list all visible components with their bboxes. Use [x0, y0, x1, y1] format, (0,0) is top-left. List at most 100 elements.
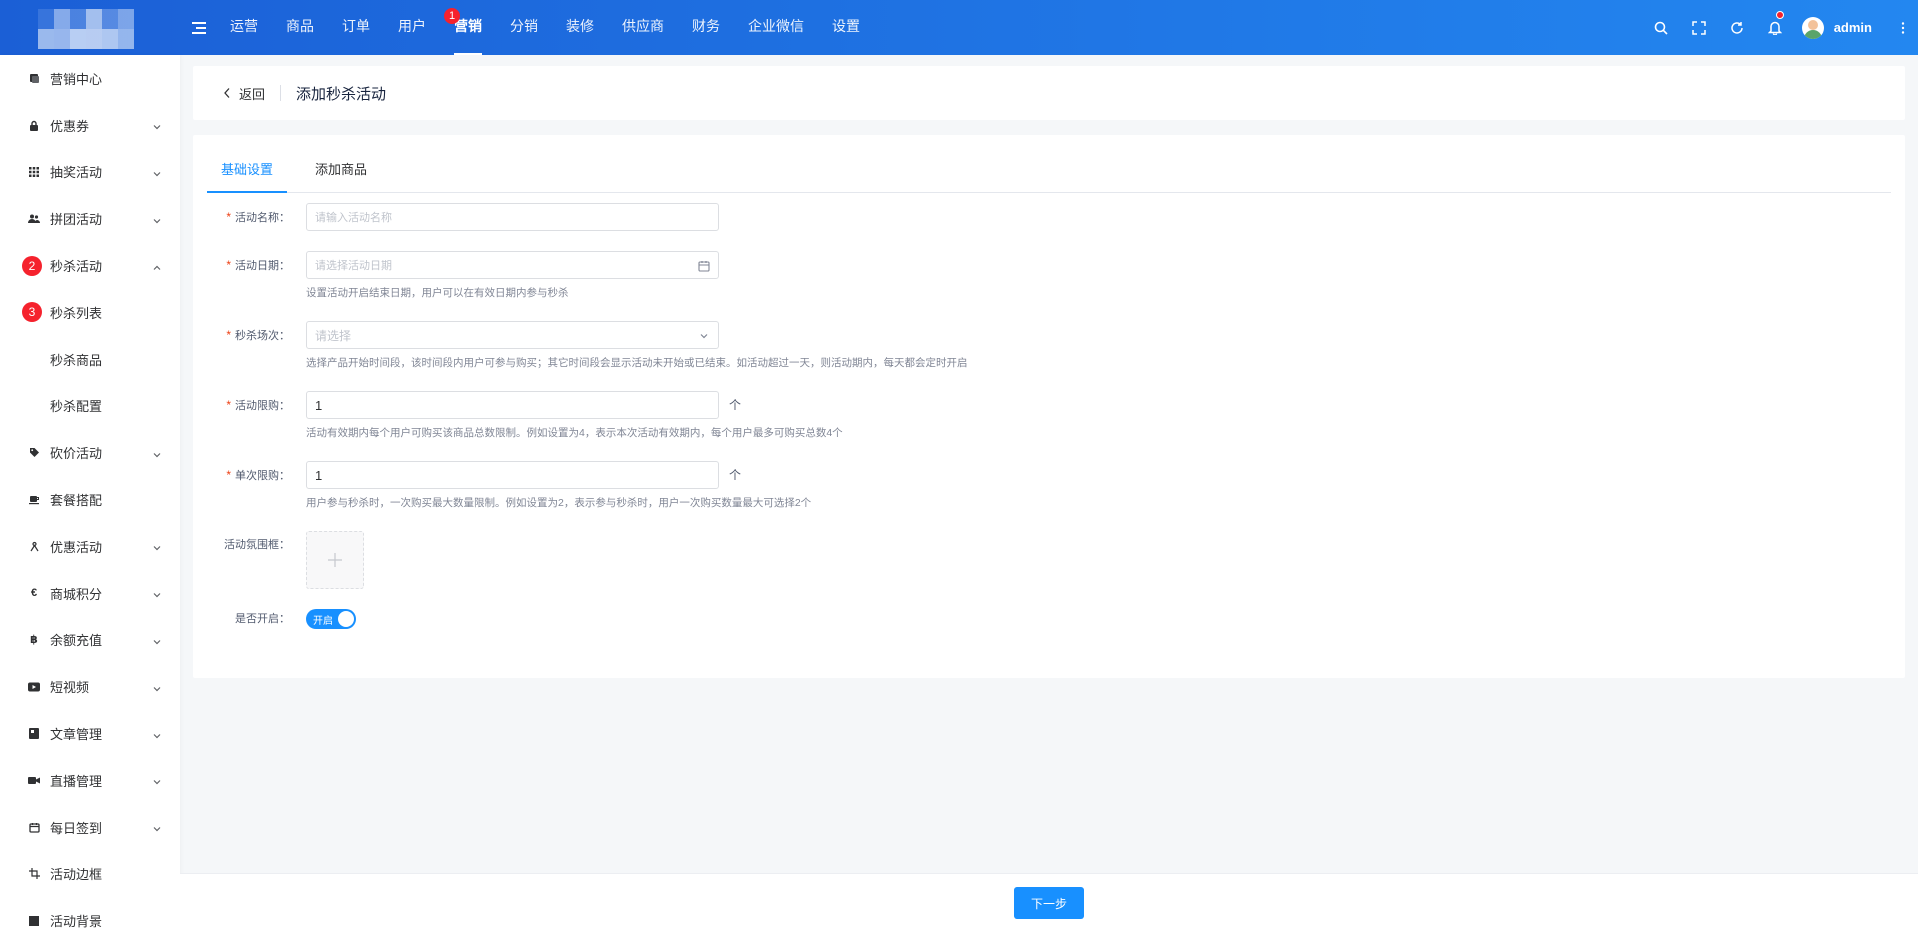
nav-item-operation[interactable]: 运营	[216, 0, 272, 55]
group-icon	[28, 213, 40, 225]
form-card: 基础设置 添加商品 * 活动名称： 请输入活动名称 * 活动日期： 请选择活动日期	[193, 135, 1905, 678]
sidebar-item-bargain[interactable]: 砍价活动	[0, 429, 180, 476]
avatar	[1801, 16, 1824, 39]
single-limit-input[interactable]: 1	[306, 461, 719, 489]
sidebar-item-points[interactable]: € 商城积分	[0, 570, 180, 617]
nav-item-user[interactable]: 用户	[384, 0, 440, 55]
nav-item-distribution[interactable]: 分销	[496, 0, 552, 55]
form-label: * 秒杀场次：	[226, 328, 290, 342]
session-select[interactable]: 请选择	[306, 321, 719, 349]
top-nav: 运营 商品 订单 用户 1 营销 分销 装修 供应商 财务 企业微信 设置	[216, 0, 874, 55]
form-label: 活动氛围框：	[224, 539, 290, 551]
step-badge: 2	[22, 255, 42, 276]
article-icon	[28, 728, 40, 740]
frame-upload-button[interactable]	[306, 531, 364, 589]
nav-item-decoration[interactable]: 装修	[552, 0, 608, 55]
chevron-left-icon	[224, 88, 230, 98]
chevron-down-icon	[152, 635, 162, 645]
euro-icon: €	[30, 587, 38, 600]
page-header: 返回 添加秒杀活动	[193, 66, 1905, 120]
form-label: * 活动限购：	[226, 398, 290, 412]
chevron-up-icon	[152, 261, 162, 271]
nav-item-wecom[interactable]: 企业微信	[734, 0, 818, 55]
sidebar-item-marketing-center[interactable]: 营销中心	[0, 55, 180, 102]
chevron-down-icon	[152, 682, 162, 692]
switch-knob	[338, 611, 354, 627]
chevron-down-icon	[152, 167, 162, 177]
nav-item-supplier[interactable]: 供应商	[608, 0, 678, 55]
nav-item-marketing[interactable]: 1 营销	[440, 0, 496, 55]
notification-dot	[1775, 11, 1784, 19]
sidebar-item-recharge[interactable]: ฿ 余额充值	[0, 617, 180, 664]
video-icon	[28, 681, 40, 693]
chevron-down-icon	[152, 541, 162, 551]
form-label: * 单次限购：	[226, 468, 290, 482]
sidebar-item-seckill-products[interactable]: 秒杀商品	[0, 336, 180, 383]
nav-item-finance[interactable]: 财务	[678, 0, 734, 55]
tag-icon	[28, 447, 40, 459]
username: admin	[1833, 20, 1872, 35]
form-label: * 活动名称：	[226, 210, 290, 224]
unit-label: 个	[729, 398, 742, 412]
sidebar-item-seckill-config[interactable]: 秒杀配置	[0, 383, 180, 430]
chevron-down-icon	[152, 822, 162, 832]
sidebar-item-lottery[interactable]: 抽奖活动	[0, 149, 180, 196]
nav-item-settings[interactable]: 设置	[818, 0, 874, 55]
user-menu[interactable]: admin	[1801, 16, 1872, 39]
chevron-down-icon	[152, 729, 162, 739]
sidebar-item-group-buy[interactable]: 拼团活动	[0, 195, 180, 242]
sidebar-item-package[interactable]: 套餐搭配	[0, 476, 180, 523]
activity-limit-input[interactable]: 1	[306, 391, 719, 419]
footer-bar: 下一步	[180, 873, 1918, 947]
activity-date-picker[interactable]: 请选择活动日期	[306, 251, 719, 279]
chevron-down-icon	[152, 448, 162, 458]
tab-add-products[interactable]: 添加商品	[301, 147, 381, 192]
unit-label: 个	[729, 468, 742, 482]
activity-name-input[interactable]: 请输入活动名称	[306, 203, 719, 231]
sidebar-item-seckill[interactable]: 2 秒杀活动	[0, 242, 180, 289]
plus-icon	[328, 553, 342, 567]
refresh-icon[interactable]	[1718, 0, 1756, 55]
sidebar-item-article[interactable]: 文章管理	[0, 710, 180, 757]
square-icon	[28, 915, 40, 927]
fullscreen-icon[interactable]	[1680, 0, 1718, 55]
sidebar-item-background[interactable]: 活动背景	[0, 897, 180, 944]
tab-basic-settings[interactable]: 基础设置	[207, 147, 288, 193]
calendar-icon	[28, 821, 40, 833]
grid-icon	[28, 166, 40, 178]
header-right: admin	[1642, 0, 1918, 55]
form-label: * 活动日期：	[226, 258, 290, 272]
cup-icon	[28, 494, 40, 506]
nav-item-product[interactable]: 商品	[272, 0, 328, 55]
bitcoin-icon: ฿	[30, 634, 38, 647]
lock-icon	[28, 119, 40, 131]
sidebar-item-signin[interactable]: 每日签到	[0, 804, 180, 851]
nav-item-order[interactable]: 订单	[328, 0, 384, 55]
more-vertical-icon[interactable]	[1888, 0, 1918, 55]
menu-toggle-icon[interactable]	[192, 21, 206, 34]
header-divider	[280, 85, 282, 101]
marketing-icon	[28, 72, 40, 84]
step-badge: 3	[22, 302, 42, 323]
enable-switch[interactable]: 开启	[306, 609, 356, 629]
back-button[interactable]: 返回	[223, 84, 265, 103]
logo-image	[38, 9, 134, 49]
next-step-button[interactable]: 下一步	[1014, 887, 1084, 919]
logo[interactable]	[0, 0, 180, 55]
sidebar-item-short-video[interactable]: 短视频	[0, 663, 180, 710]
sidebar-item-frame[interactable]: 活动边框	[0, 851, 180, 898]
form-label: 是否开启：	[235, 613, 290, 625]
bell-icon[interactable]	[1756, 0, 1794, 55]
form-tip: 用户参与秒杀时，一次购买最大数量限制。例如设置为2，表示参与秒杀时，用户一次购买…	[306, 497, 812, 509]
chevron-down-icon	[152, 120, 162, 130]
chevron-down-icon	[152, 588, 162, 598]
sidebar-item-coupon[interactable]: 优惠券	[0, 102, 180, 149]
calendar-icon	[698, 260, 710, 275]
gift-icon	[28, 540, 40, 552]
sidebar-item-seckill-list[interactable]: 3 秒杀列表	[0, 289, 180, 336]
top-header: 运营 商品 订单 用户 1 营销 分销 装修 供应商 财务 企业微信 设置 adm…	[0, 0, 1918, 55]
chevron-down-icon	[698, 330, 710, 345]
search-icon[interactable]	[1642, 0, 1680, 55]
sidebar-item-discount[interactable]: 优惠活动	[0, 523, 180, 570]
sidebar-item-live[interactable]: 直播管理	[0, 757, 180, 804]
